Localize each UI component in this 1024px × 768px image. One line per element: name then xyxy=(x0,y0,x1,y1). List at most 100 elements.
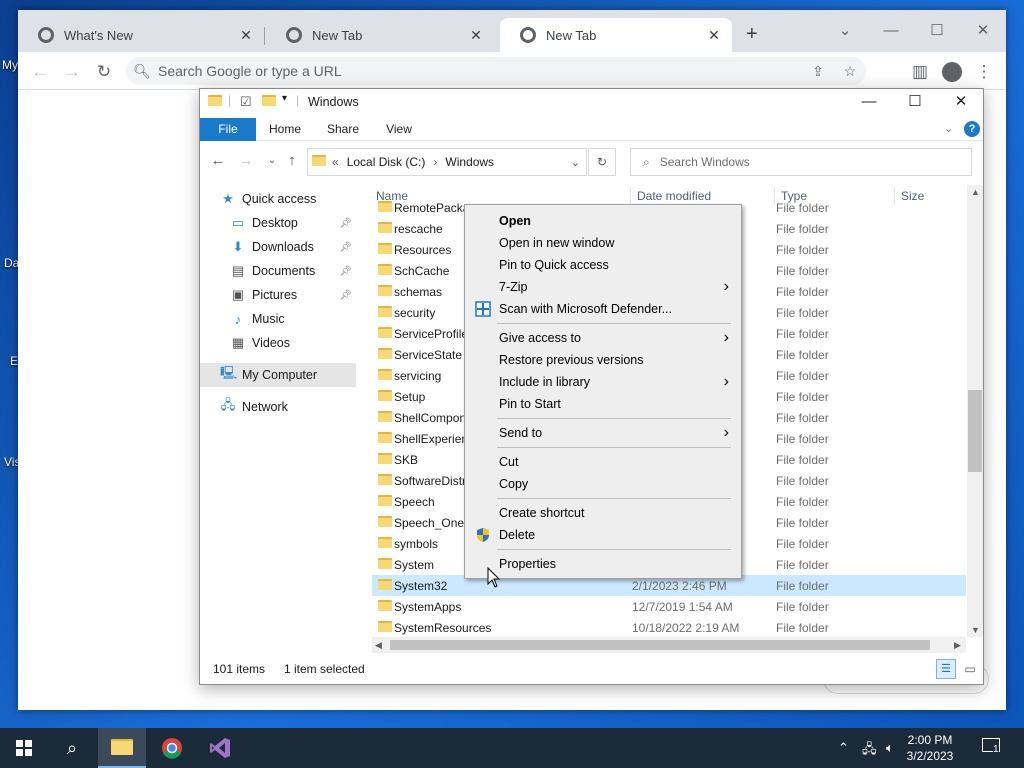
window-title: Windows xyxy=(308,95,359,109)
divider: | xyxy=(296,93,300,107)
maximize-icon[interactable]: ☐ xyxy=(914,16,960,46)
back-icon[interactable]: ← xyxy=(28,60,52,84)
menu-item-scan-with-microsoft-defender[interactable]: Scan with Microsoft Defender... xyxy=(467,298,739,320)
recent-locations-icon[interactable]: ⌄ xyxy=(262,155,282,166)
share-icon[interactable]: ⇪ xyxy=(802,63,834,80)
scrollbar-thumb[interactable] xyxy=(968,390,982,472)
scroll-left-icon[interactable]: ◀ xyxy=(375,640,382,651)
menu-item-pin-to-quick-access[interactable]: Pin to Quick access xyxy=(467,254,739,276)
nav-item-videos[interactable]: ▦ Videos xyxy=(200,331,356,355)
search-placeholder: Search Windows xyxy=(659,155,750,169)
expand-ribbon-icon[interactable]: ⌄ xyxy=(944,122,953,135)
volume-icon[interactable]: 🔈︎ xyxy=(886,740,894,756)
menu-item-include-in-library[interactable]: Include in library › xyxy=(467,371,739,393)
menu-item-7-zip[interactable]: 7-Zip › xyxy=(467,276,739,298)
nav-item-downloads[interactable]: ⬇ Downloads 📌︎ xyxy=(200,235,356,259)
properties-checkbox-icon[interactable]: ☑ xyxy=(240,94,252,110)
nav-item-music[interactable]: ♪ Music xyxy=(200,307,356,331)
new-folder-icon[interactable] xyxy=(262,95,276,109)
folder-icon xyxy=(372,347,394,362)
tab-search-icon[interactable]: ⌄ xyxy=(822,16,868,46)
menu-item-restore-previous-versions[interactable]: Restore previous versions xyxy=(467,349,739,371)
minimize-icon[interactable]: — xyxy=(846,89,892,117)
horizontal-scrollbar[interactable]: ◀ ▶ xyxy=(372,637,966,653)
quick-access-dropdown-icon[interactable]: ▾ xyxy=(282,93,287,104)
menu-item-create-shortcut[interactable]: Create shortcut xyxy=(467,502,739,524)
desktop-icon-label[interactable]: My xyxy=(2,58,18,72)
file-row[interactable]: SystemResources 10/18/2022 2:19 AM File fo… xyxy=(372,617,966,635)
notifications-icon[interactable]: 1 xyxy=(982,738,1002,756)
network-icon[interactable]: 🖧︎ xyxy=(862,740,877,762)
close-icon[interactable]: ✕ xyxy=(238,27,254,44)
new-tab-icon[interactable]: + xyxy=(746,24,758,44)
file-type: File folder xyxy=(776,326,829,341)
file-explorer-taskbar-icon[interactable] xyxy=(98,728,146,768)
tab-new-tab[interactable]: New Tab ✕ xyxy=(266,18,494,52)
nav-item-my-computer[interactable]: 🖳︎ My Computer xyxy=(200,363,356,387)
nav-item-desktop[interactable]: ▭ Desktop 📌︎ xyxy=(200,211,356,235)
refresh-icon[interactable]: ↻ xyxy=(588,148,616,176)
chrome-taskbar-icon[interactable] xyxy=(148,728,196,768)
desktop-icon-label[interactable]: E xyxy=(10,354,18,368)
tab-file[interactable]: File xyxy=(200,118,256,141)
menu-item-delete[interactable]: Delete xyxy=(467,524,739,546)
nav-item-network[interactable]: 🖧︎ Network xyxy=(200,395,356,419)
menu-item-properties[interactable]: Properties xyxy=(467,553,739,575)
address-dropdown-icon[interactable]: ⌄ xyxy=(571,156,580,169)
start-button[interactable] xyxy=(0,728,48,768)
search-box[interactable]: ⌕ Search Windows xyxy=(630,148,972,176)
tab-view[interactable]: View xyxy=(374,118,424,141)
close-icon[interactable]: ✕ xyxy=(468,27,484,44)
profile-button[interactable] xyxy=(940,60,964,84)
breadcrumb-local-disk[interactable]: Local Disk (C:) xyxy=(347,155,426,169)
tab-home[interactable]: Home xyxy=(260,118,310,141)
back-icon[interactable]: ← xyxy=(208,152,228,169)
close-icon[interactable]: ✕ xyxy=(938,89,984,117)
menu-item-send-to[interactable]: Send to › xyxy=(467,422,739,444)
omnibox[interactable]: 🔍︎ Search Google or type a URL ⇪ ☆ xyxy=(126,57,866,85)
menu-item-pin-to-start[interactable]: Pin to Start xyxy=(467,393,739,415)
details-view-icon[interactable]: ☰ xyxy=(936,659,956,679)
scroll-right-icon[interactable]: ▶ xyxy=(954,640,961,651)
up-icon[interactable]: ↑ xyxy=(282,152,302,169)
close-icon[interactable]: ✕ xyxy=(706,27,722,44)
nav-item-documents[interactable]: ▤ Documents 📌︎ xyxy=(200,259,356,283)
help-icon[interactable]: ? xyxy=(964,121,980,137)
side-panel-icon[interactable]: ▥ xyxy=(908,60,932,84)
nav-item-pictures[interactable]: ▣ Pictures 📌︎ xyxy=(200,283,356,307)
maximize-icon[interactable]: ☐ xyxy=(892,89,938,117)
bookmark-star-icon[interactable]: ☆ xyxy=(834,63,866,80)
clock[interactable]: 2:00 PM 3/2/2023 xyxy=(900,732,960,764)
reload-icon[interactable]: ↻ xyxy=(92,60,116,84)
close-window-icon[interactable]: ✕ xyxy=(960,16,1006,46)
folder-icon xyxy=(372,578,394,593)
menu-item-give-access-to[interactable]: Give access to › xyxy=(467,327,739,349)
forward-icon[interactable]: → xyxy=(60,60,84,84)
tab-title: New Tab xyxy=(546,27,597,43)
forward-icon[interactable]: → xyxy=(236,152,256,169)
scroll-up-icon[interactable]: ▲ xyxy=(971,187,980,197)
file-row[interactable]: SystemApps 12/7/2019 1:54 AM File folder xyxy=(372,596,966,617)
breadcrumb-windows[interactable]: Windows xyxy=(445,155,494,169)
address-bar[interactable]: « Local Disk (C:) › Windows ⌄ xyxy=(307,148,587,176)
tab-new-tab-active[interactable]: New Tab ✕ xyxy=(500,18,732,52)
scroll-down-icon[interactable]: ▼ xyxy=(971,625,980,635)
menu-kebab-icon[interactable]: ⋮ xyxy=(972,60,996,84)
menu-item-open[interactable]: Open xyxy=(467,210,739,232)
menu-item-cut[interactable]: Cut xyxy=(467,451,739,473)
nav-item-quick-access[interactable]: ★ Quick access xyxy=(200,187,356,211)
scrollbar-thumb[interactable] xyxy=(390,640,930,650)
menu-item-copy[interactable]: Copy xyxy=(467,473,739,495)
overflow-chevron[interactable]: « xyxy=(332,155,339,169)
menu-item-open-in-new-window[interactable]: Open in new window xyxy=(467,232,739,254)
show-hidden-icons-icon[interactable]: ⌃ xyxy=(838,740,849,756)
large-icons-view-icon[interactable]: ▭ xyxy=(960,659,980,679)
menu-item-label: 7-Zip xyxy=(499,280,528,294)
visual-studio-taskbar-icon[interactable] xyxy=(196,728,244,768)
minimize-icon[interactable]: — xyxy=(868,16,914,46)
tab-whats-new[interactable]: What's New ✕ xyxy=(18,18,264,52)
navigation-pane: ★ Quick access ▭ Desktop 📌︎ ⬇ Downloads 📌︎ ▤ Docu… xyxy=(200,185,360,645)
tab-share[interactable]: Share xyxy=(318,118,368,141)
vertical-scrollbar[interactable]: ▲ ▼ xyxy=(967,185,983,637)
search-icon[interactable]: ⌕ xyxy=(48,728,96,768)
